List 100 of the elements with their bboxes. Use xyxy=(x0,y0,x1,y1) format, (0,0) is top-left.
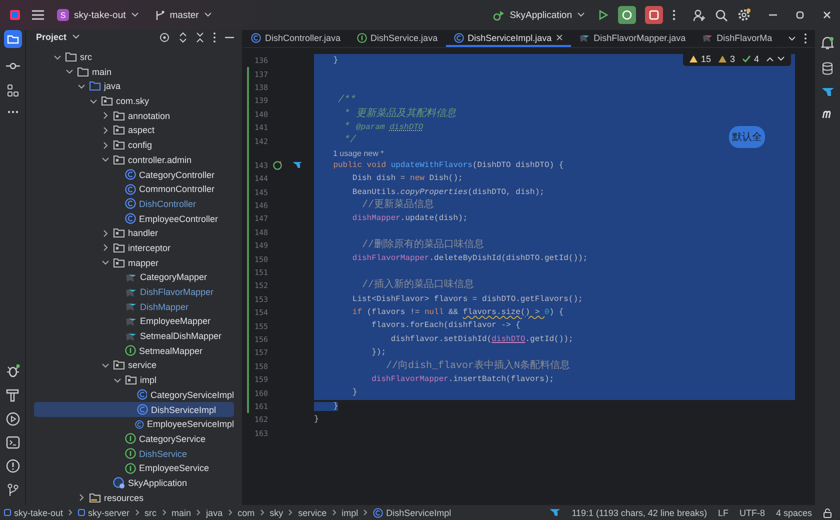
close-icon[interactable] xyxy=(822,10,832,20)
caret-position[interactable]: 119:1 (1193 chars, 42 line breaks) xyxy=(572,508,707,518)
tree-item[interactable]: EmployeeServiceImpl xyxy=(34,416,234,432)
terminal-icon[interactable] xyxy=(6,436,20,449)
tree-item[interactable]: SetmealDishMapper xyxy=(34,328,234,344)
editor-tab[interactable]: DishServiceImpl.java xyxy=(446,30,571,47)
tree-item[interactable]: CommonController xyxy=(34,182,234,197)
tree-item[interactable]: handler xyxy=(34,226,234,241)
indent-setting[interactable]: 4 spaces xyxy=(776,508,812,518)
tree-item[interactable]: resources xyxy=(34,490,234,505)
close-tab-icon[interactable] xyxy=(556,34,563,41)
run-icon[interactable] xyxy=(597,9,609,21)
editor-tab[interactable]: DishFlavorMa xyxy=(694,30,780,47)
tree-item[interactable]: java xyxy=(34,79,234,94)
breadcrumb[interactable]: src xyxy=(144,508,157,518)
tree-item[interactable]: src xyxy=(34,50,234,64)
tree-item[interactable]: DishService xyxy=(34,446,234,461)
inspection-widget[interactable]: 15 3 4 xyxy=(682,52,791,66)
chevron-down-icon[interactable] xyxy=(788,36,796,42)
tree-item[interactable]: CategoryMapper xyxy=(34,270,234,285)
database-icon[interactable] xyxy=(822,62,833,75)
chevron-down-icon[interactable] xyxy=(777,56,785,62)
bell-icon[interactable] xyxy=(821,36,834,50)
editor-tab[interactable]: DishService.java xyxy=(348,30,446,47)
tree-item[interactable]: annotation xyxy=(34,108,234,124)
bug-icon[interactable] xyxy=(6,364,20,378)
tree-item[interactable]: CategoryService xyxy=(34,432,234,446)
problems-icon[interactable] xyxy=(6,459,20,473)
git-icon[interactable] xyxy=(6,483,18,497)
chevron-right-icon[interactable] xyxy=(102,230,109,237)
debug-button[interactable] xyxy=(618,6,636,24)
add-user-icon[interactable] xyxy=(693,8,706,22)
project-selector[interactable]: S sky-take-out xyxy=(54,7,142,23)
breadcrumb[interactable]: service xyxy=(298,508,327,518)
tree-item[interactable]: EmployeeMapper xyxy=(34,314,234,329)
locate-icon[interactable] xyxy=(159,32,170,43)
chevron-down-icon[interactable] xyxy=(114,376,121,384)
panel-title[interactable]: Project xyxy=(36,32,67,42)
chevron-down-icon[interactable] xyxy=(72,34,80,40)
chevron-down-icon[interactable] xyxy=(54,54,61,61)
chevron-up-icon[interactable] xyxy=(766,56,774,62)
collapse-all-icon[interactable] xyxy=(196,32,204,43)
structure-icon[interactable] xyxy=(6,84,18,97)
menu-icon[interactable] xyxy=(32,10,44,20)
line-separator[interactable]: LF xyxy=(718,508,728,518)
tree-item[interactable]: SkyApplication xyxy=(34,476,234,490)
breadcrumb[interactable]: impl xyxy=(342,508,358,518)
lock-icon[interactable] xyxy=(823,508,832,518)
breadcrumb[interactable]: sky-server xyxy=(78,508,130,518)
app-logo-icon[interactable] xyxy=(8,8,22,22)
chevron-right-icon[interactable] xyxy=(102,244,109,252)
chevron-right-icon[interactable] xyxy=(78,494,85,502)
tree-item[interactable]: DishServiceImpl xyxy=(34,402,234,417)
tree-item[interactable]: aspect xyxy=(34,123,234,138)
tree-item[interactable]: main xyxy=(34,64,234,80)
tree-item[interactable]: CategoryServiceImpl xyxy=(34,388,234,402)
hammer-icon[interactable] xyxy=(6,388,19,402)
tree-item[interactable]: DishFlavorMapper xyxy=(34,284,234,300)
breadcrumb[interactable]: DishServiceImpl xyxy=(373,508,452,518)
tree-item[interactable]: DishController xyxy=(34,196,234,212)
tree-item[interactable]: com.sky xyxy=(34,94,234,108)
tree-item[interactable]: controller.admin xyxy=(34,152,234,168)
usage-hint[interactable]: 1 usage new * xyxy=(314,148,384,158)
tree-item[interactable]: EmployeeController xyxy=(34,211,234,226)
more-icon[interactable] xyxy=(672,9,676,21)
run-config-selector[interactable]: SkyApplication xyxy=(490,8,588,22)
more-icon[interactable] xyxy=(6,110,18,114)
chevron-right-icon[interactable] xyxy=(102,112,109,120)
run-icon[interactable] xyxy=(6,412,20,426)
chevron-down-icon[interactable] xyxy=(102,362,109,369)
file-encoding[interactable]: UTF-8 xyxy=(739,508,765,518)
breadcrumb[interactable]: com xyxy=(238,508,255,518)
hide-icon[interactable] xyxy=(225,36,234,39)
chevron-down-icon[interactable] xyxy=(102,156,109,164)
tree-item[interactable]: EmployeeService xyxy=(34,460,234,476)
tree-item[interactable]: service xyxy=(34,358,234,373)
chevron-down-icon[interactable] xyxy=(78,82,85,90)
tree-item[interactable]: CategoryController xyxy=(34,167,234,182)
settings-icon[interactable] xyxy=(737,8,751,22)
tree-item[interactable]: interceptor xyxy=(34,240,234,256)
chevron-down-icon[interactable] xyxy=(102,259,109,266)
plugin-icon[interactable] xyxy=(822,109,834,119)
tree-item[interactable]: config xyxy=(34,138,234,152)
search-icon[interactable] xyxy=(715,8,728,22)
tree-item[interactable]: impl xyxy=(34,372,234,388)
restore-icon[interactable] xyxy=(795,10,805,20)
tree-item[interactable]: SetmealMapper xyxy=(34,343,234,358)
tree-item[interactable]: DishMapper xyxy=(34,299,234,314)
branch-selector[interactable]: master xyxy=(152,8,215,22)
breadcrumb[interactable]: main xyxy=(172,508,192,518)
more-icon[interactable] xyxy=(804,33,807,44)
tree-item[interactable]: mapper xyxy=(34,255,234,270)
chevron-right-icon[interactable] xyxy=(102,126,109,134)
override-icon[interactable] xyxy=(273,160,282,170)
breadcrumb[interactable]: sky-take-out xyxy=(4,508,64,518)
chevron-down-icon[interactable] xyxy=(66,68,73,76)
floating-hint[interactable]: 默认全 xyxy=(729,126,765,148)
stop-button[interactable] xyxy=(645,6,663,24)
chevron-down-icon[interactable] xyxy=(90,98,97,105)
expand-all-icon[interactable] xyxy=(179,32,187,43)
